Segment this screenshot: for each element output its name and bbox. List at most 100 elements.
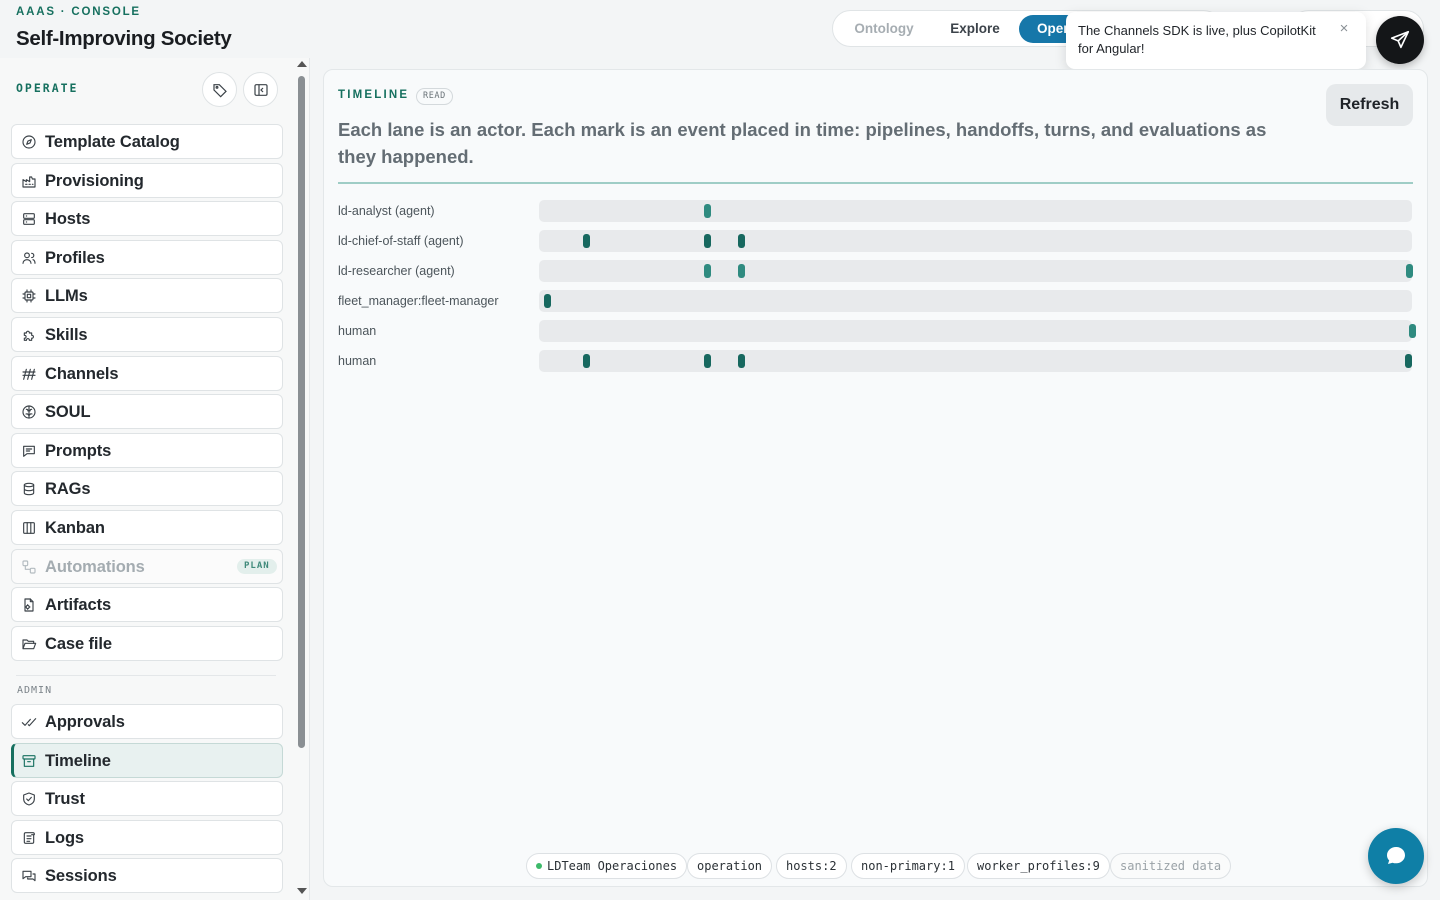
sidebar-item-label: Sessions [45, 867, 117, 886]
timeline-event-mark[interactable] [1409, 324, 1416, 338]
context-chip: hosts:2 [776, 853, 847, 879]
sidebar-item-label: Automations [45, 557, 145, 576]
sidebar-item-prompts[interactable]: Prompts [11, 432, 283, 468]
sidebar-item-kanban[interactable]: Kanban [11, 510, 283, 545]
collapse-sidebar-button[interactable] [243, 72, 278, 107]
sidebar-item-label: Approvals [45, 713, 125, 731]
factory-icon [22, 176, 36, 188]
sidebar-divider [16, 675, 276, 676]
timeline-event-mark[interactable] [583, 234, 590, 248]
timeline-event-mark[interactable] [583, 354, 590, 368]
sidebar-item-sessions[interactable]: Sessions [11, 858, 283, 894]
sidebar-item-rags[interactable]: RAGs [11, 471, 283, 507]
refresh-button[interactable]: Refresh [1326, 84, 1413, 126]
context-chip: operation [687, 853, 773, 879]
timeline-event-mark[interactable] [704, 264, 711, 278]
sidebar-item-hosts[interactable]: Hosts [11, 201, 283, 237]
sidebar-item-label: SOUL [45, 403, 91, 422]
puzzle-icon [23, 330, 34, 341]
timeline-event-mark[interactable] [1406, 264, 1413, 278]
timeline-lane: human [338, 320, 1418, 342]
chip-label: hosts:2 [786, 859, 837, 873]
workflow-icon [22, 560, 36, 574]
columns-icon [23, 522, 35, 534]
timeline-event-mark[interactable] [704, 234, 711, 248]
chip-label: LDTeam Operaciones [547, 859, 678, 873]
chip-label: worker_profiles:9 [977, 859, 1100, 873]
sidebar-item-approvals[interactable]: Approvals [11, 704, 283, 739]
app-header: AAAS · CONSOLE Self-Improving Society On… [0, 0, 1440, 69]
scroll-icon [23, 831, 35, 844]
context-chip: sanitized data [1110, 853, 1232, 879]
sidebar-item-case-file[interactable]: Case file [11, 625, 283, 661]
section-admin-heading: ADMIN [17, 685, 53, 696]
sidebar-item-label: Case file [45, 634, 112, 653]
sidebar-item-channels[interactable]: Channels [11, 355, 283, 391]
sidebar: OPERATE Template Catalog Provisioning Host… [0, 58, 310, 900]
scroll-up-arrow[interactable] [297, 61, 307, 67]
chip-label: sanitized data [1120, 859, 1222, 873]
sidebar-item-logs[interactable]: Logs [11, 819, 283, 855]
sidebar-item-soul[interactable]: SOUL [11, 394, 283, 430]
timeline-event-mark[interactable] [544, 294, 551, 308]
sidebar-item-label: LLMs [45, 287, 88, 306]
close-icon[interactable]: × [1336, 21, 1352, 37]
chat-bubble-icon [1387, 847, 1405, 864]
toast-message: The Channels SDK is live, plus CopilotKi… [1078, 23, 1316, 56]
server-icon [23, 213, 35, 226]
lane-track [539, 200, 1412, 222]
database-icon [23, 483, 35, 496]
sidebar-item-llms[interactable]: LLMs [11, 278, 283, 314]
sidebar-item-template-catalog[interactable]: Template Catalog [11, 124, 283, 159]
tag-filter-button[interactable] [202, 72, 237, 107]
plan-badge: PLAN [237, 558, 277, 574]
mode-explore-button[interactable]: Explore [937, 15, 1013, 43]
timeline-lane: ld-analyst (agent) [338, 200, 1418, 222]
antenna-icon [22, 368, 36, 380]
timeline-event-mark[interactable] [1405, 354, 1412, 368]
timeline-event-mark[interactable] [738, 234, 745, 248]
section-operate-heading: OPERATE [16, 81, 79, 95]
sidebar-item-label: Provisioning [45, 171, 144, 190]
lane-track [539, 350, 1412, 372]
timeline-event-mark[interactable] [738, 264, 745, 278]
archive-icon [22, 754, 36, 767]
mode-ontology-button[interactable]: Ontology [841, 15, 927, 43]
shield-icon [23, 792, 35, 806]
lane-label: ld-analyst (agent) [338, 204, 435, 218]
timeline-event-mark[interactable] [704, 204, 711, 218]
sidebar-item-timeline[interactable]: Timeline [11, 742, 283, 778]
timeline-event-mark[interactable] [738, 354, 745, 368]
sidebar-item-label: Skills [45, 326, 88, 344]
users-icon [22, 252, 36, 264]
sidebar-item-skills[interactable]: Skills [11, 317, 283, 352]
lane-track [539, 320, 1416, 342]
timeline-description: Each lane is an actor. Each mark is an e… [338, 119, 1267, 167]
copilot-launcher-button[interactable] [1376, 16, 1424, 64]
read-badge: READ [416, 88, 453, 105]
sidebar-item-provisioning[interactable]: Provisioning [11, 162, 283, 198]
scroll-down-arrow[interactable] [297, 888, 307, 894]
folder-open-icon [22, 639, 37, 650]
announcement-toast: The Channels SDK is live, plus CopilotKi… [1066, 12, 1366, 69]
timeline-event-mark[interactable] [704, 354, 711, 368]
sidebar-item-trust[interactable]: Trust [11, 781, 283, 817]
sidebar-scrollbar[interactable] [297, 58, 307, 900]
sidebar-item-label: Profiles [45, 248, 105, 267]
lane-label: human [338, 324, 377, 338]
sidebar-item-automations: Automations PLAN [11, 548, 283, 584]
chip-label: non-primary:1 [861, 859, 955, 873]
lane-track [539, 290, 1412, 312]
sidebar-item-profiles[interactable]: Profiles [11, 239, 283, 275]
context-chip: non-primary:1 [851, 853, 965, 879]
timeline-panel: TIMELINE READ Each lane is an actor. Eac… [323, 69, 1428, 887]
sidebar-item-artifacts[interactable]: Artifacts [11, 587, 283, 623]
message-square-icon [23, 445, 35, 457]
scroll-thumb[interactable] [298, 76, 305, 748]
timeline-lane: human [338, 350, 1418, 372]
messages-icon [22, 871, 36, 882]
status-dot-icon [536, 863, 542, 869]
chat-launcher-button[interactable] [1368, 828, 1424, 884]
lane-label: ld-researcher (agent) [338, 264, 455, 278]
sidebar-item-label: Template Catalog [45, 133, 180, 151]
